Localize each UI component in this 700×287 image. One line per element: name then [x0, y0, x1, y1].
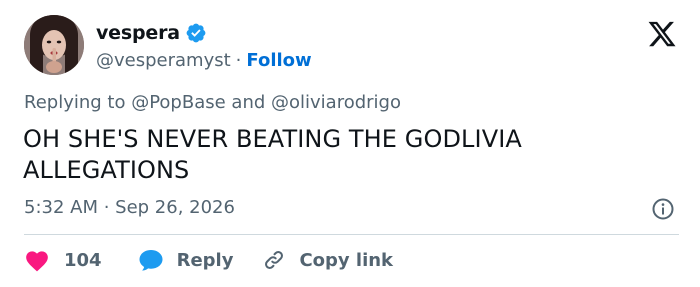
follow-button[interactable]: Follow — [246, 50, 311, 71]
copy-link-label: Copy link — [299, 249, 394, 271]
avatar[interactable] — [24, 15, 84, 75]
reply-conjunction: and — [225, 92, 271, 113]
tweet-text: OH SHE'S NEVER BEATING THE GODLIVIA ALLE… — [23, 125, 522, 184]
tweet-card: vespera @vesperamyst · Follow Replying t… — [0, 0, 700, 287]
tweet-timestamp[interactable]: 5:32 AM · Sep 26, 2026 — [24, 197, 235, 218]
reply-context: Replying to @PopBase and @oliviarodrigo — [24, 92, 401, 113]
divider — [24, 234, 679, 235]
author-display-name[interactable]: vespera — [96, 22, 180, 44]
reply-button[interactable]: Reply — [138, 248, 234, 272]
heart-icon — [24, 248, 50, 272]
author-handle-row: @vesperamyst · Follow — [96, 47, 312, 73]
like-button[interactable]: 104 — [24, 248, 102, 272]
link-icon — [263, 249, 285, 271]
reply-prefix: Replying to — [24, 92, 132, 113]
info-icon[interactable] — [651, 197, 675, 221]
author-name-row: vespera — [96, 20, 207, 46]
speech-bubble-icon — [138, 248, 164, 272]
separator-dot: · — [235, 49, 242, 71]
avatar-image — [24, 15, 84, 75]
verified-badge-icon — [185, 22, 207, 44]
mention-link-popbase[interactable]: @PopBase — [131, 92, 225, 113]
x-logo-icon[interactable] — [647, 19, 677, 49]
tweet-actions: 104 Reply Copy link — [24, 245, 393, 275]
reply-label: Reply — [176, 249, 234, 271]
mention-link-oliviarodrigo[interactable]: @oliviarodrigo — [271, 92, 401, 113]
like-count: 104 — [64, 249, 102, 271]
copy-link-button[interactable]: Copy link — [263, 249, 393, 271]
author-handle[interactable]: @vesperamyst — [96, 50, 231, 71]
